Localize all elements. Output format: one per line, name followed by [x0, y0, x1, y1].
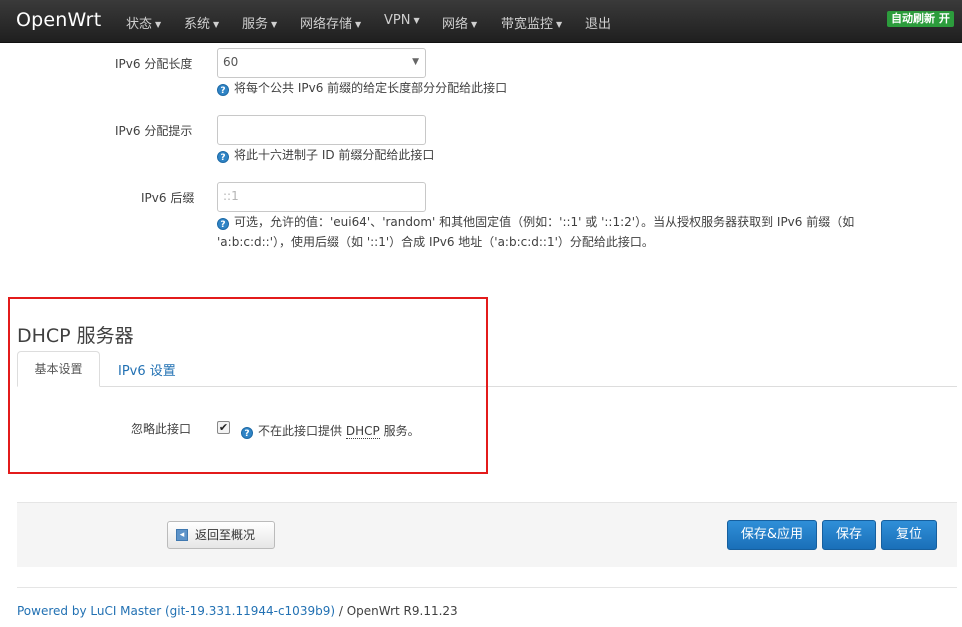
ipv6-suffix-placeholder: ::1: [223, 189, 239, 203]
save-button[interactable]: 保存: [822, 520, 876, 550]
back-arrow-icon: ◂: [176, 529, 188, 541]
ipv6-hint-input[interactable]: [217, 115, 426, 145]
ipv6-assign-select[interactable]: 60 ▼: [217, 48, 426, 78]
ipv6-hint-help: ? 将此十六进制子 ID 前缀分配给此接口: [217, 145, 434, 165]
ipv6-suffix-label: IPv6 后缀: [141, 191, 195, 205]
save-apply-button[interactable]: 保存&应用: [727, 520, 817, 550]
ipv6-assign-help-text: 将每个公共 IPv6 前缀的给定长度部分分配给此接口: [234, 81, 508, 95]
ipv6-assign-value: 60: [223, 55, 239, 69]
menu-services[interactable]: 服务 ▼: [242, 13, 277, 32]
chevron-down-icon: ▼: [471, 20, 478, 29]
menu-vpn[interactable]: VPN ▼: [384, 13, 420, 28]
menu-network[interactable]: 网络 ▼: [442, 13, 477, 32]
back-to-overview-button[interactable]: ◂ 返回至概况: [167, 521, 275, 549]
ipv6-suffix-help: ? 可选，允许的值：'eui64'、'random' 和其他固定值（例如：'::1…: [217, 212, 917, 252]
menu-network-label: 网络: [442, 17, 469, 32]
menu-system[interactable]: 系统 ▼: [184, 13, 219, 32]
menu-services-label: 服务: [242, 17, 269, 32]
ipv6-hint-help-text: 将此十六进制子 ID 前缀分配给此接口: [234, 148, 435, 162]
help-icon: ?: [217, 84, 229, 96]
highlight-box: [8, 297, 488, 474]
ipv6-suffix-input[interactable]: ::1: [217, 182, 426, 212]
menu-logout[interactable]: 退出: [585, 13, 611, 32]
brand-logo[interactable]: OpenWrt: [16, 9, 101, 31]
autorefresh-badge[interactable]: 自动刷新 开: [887, 11, 954, 27]
menu-status-label: 状态: [126, 17, 153, 32]
help-icon: ?: [217, 151, 229, 163]
chevron-down-icon: ▼: [412, 57, 419, 67]
chevron-down-icon: ▼: [271, 20, 278, 29]
ipv6-suffix-help-line2: 'a:b:c:d::'），使用后缀（如 '::1'）合成 IPv6 地址（'a:…: [217, 235, 654, 249]
menu-bandwidth-label: 带宽监控: [501, 17, 554, 32]
ipv6-hint-label: IPv6 分配提示: [115, 124, 193, 138]
back-button-label: 返回至概况: [195, 528, 256, 542]
footer-version: / OpenWrt R9.11.23: [335, 604, 458, 618]
menu-bandwidth[interactable]: 带宽监控 ▼: [501, 13, 562, 32]
help-icon: ?: [217, 218, 229, 230]
menu-status[interactable]: 状态 ▼: [126, 13, 161, 32]
chevron-down-icon: ▼: [355, 20, 362, 29]
ipv6-suffix-help-text1: 可选，允许的值：'eui64'、'random' 和其他固定值（例如：'::1'…: [234, 215, 855, 229]
menu-nas[interactable]: 网络存储 ▼: [300, 13, 361, 32]
chevron-down-icon: ▼: [413, 16, 420, 25]
luci-link[interactable]: Powered by LuCI Master (git-19.331.11944…: [17, 604, 335, 618]
ipv6-assign-help: ? 将每个公共 IPv6 前缀的给定长度部分分配给此接口: [217, 78, 507, 98]
ipv6-suffix-help-line1: ? 可选，允许的值：'eui64'、'random' 和其他固定值（例如：'::1…: [217, 212, 917, 232]
menu-nas-label: 网络存储: [300, 17, 353, 32]
menu-vpn-label: VPN: [384, 13, 411, 28]
ipv6-assign-label: IPv6 分配长度: [115, 57, 193, 71]
footer-divider: [17, 587, 957, 588]
chevron-down-icon: ▼: [213, 20, 220, 29]
top-navbar: OpenWrt 状态 ▼ 系统 ▼ 服务 ▼ 网络存储 ▼ VPN ▼ 网络 ▼ 带宽监控 ▼…: [0, 0, 962, 43]
footer: Powered by LuCI Master (git-19.331.11944…: [17, 604, 458, 618]
reset-button[interactable]: 复位: [881, 520, 937, 550]
chevron-down-icon: ▼: [556, 20, 563, 29]
chevron-down-icon: ▼: [155, 20, 162, 29]
menu-system-label: 系统: [184, 17, 211, 32]
